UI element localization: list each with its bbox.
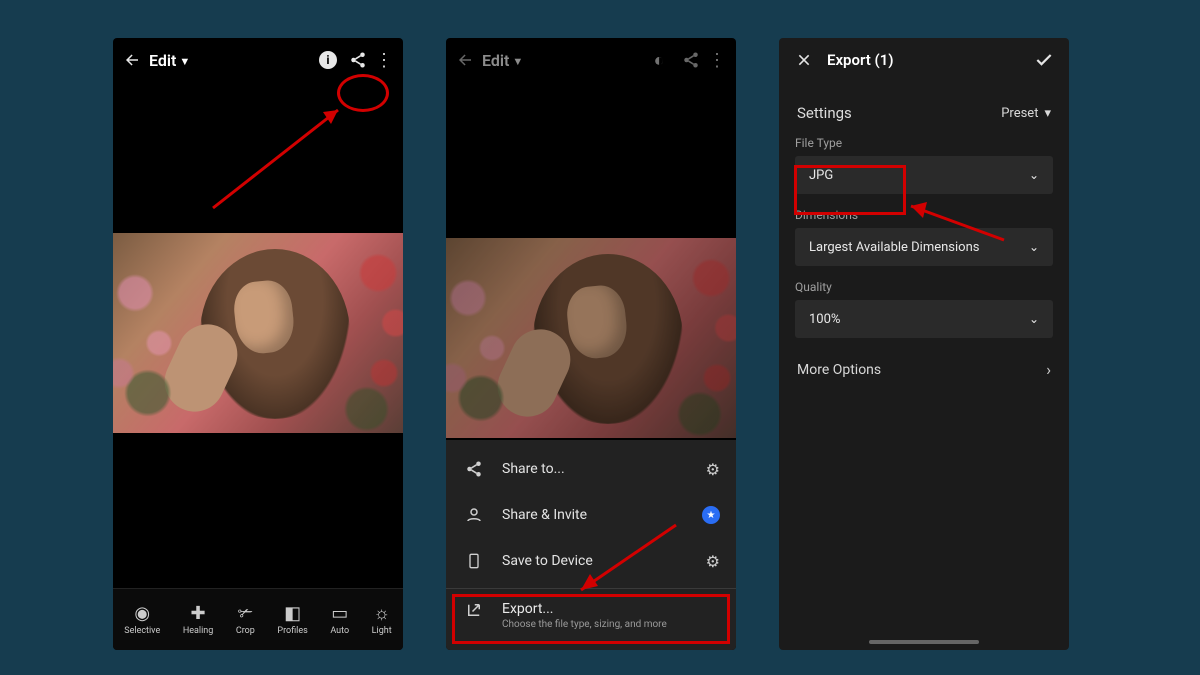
chevron-down-icon: ⌄ bbox=[1029, 312, 1039, 326]
topbar: Edit ▼ i ⋮ bbox=[113, 38, 403, 82]
overflow-icon[interactable]: ⋮ bbox=[706, 49, 728, 71]
tool-auto[interactable]: ▭Auto bbox=[330, 604, 349, 636]
save-device-row[interactable]: Save to Device ⚙ bbox=[446, 538, 736, 584]
annotation-arrow-share bbox=[203, 98, 363, 218]
more-options-label: More Options bbox=[797, 362, 881, 378]
more-options-row[interactable]: More Options › bbox=[779, 338, 1069, 401]
tool-label: Healing bbox=[183, 626, 214, 636]
share-icon[interactable] bbox=[680, 49, 702, 71]
share-invite-row[interactable]: Share & Invite ★ bbox=[446, 492, 736, 538]
star-badge-icon: ★ bbox=[702, 506, 720, 524]
quality-dropdown[interactable]: 100% ⌄ bbox=[795, 300, 1053, 338]
settings-heading: Settings Preset ▾ bbox=[779, 82, 1069, 122]
edit-toolbar: ◉Selective ✚Healing ✃Crop ◧Profiles ▭Aut… bbox=[113, 588, 403, 650]
chevron-right-icon: › bbox=[1046, 360, 1051, 379]
share-to-row[interactable]: Share to... ⚙ bbox=[446, 446, 736, 492]
info-icon[interactable]: i bbox=[319, 51, 337, 69]
preset-label: Preset bbox=[1001, 106, 1038, 121]
tool-selective[interactable]: ◉Selective bbox=[124, 604, 160, 636]
gear-icon[interactable]: ⚙ bbox=[706, 552, 720, 571]
export-desc: Choose the file type, sizing, and more bbox=[502, 619, 720, 630]
screen-edit: Edit ▼ i ⋮ ◉Selective ✚Healing ✃Crop ◧Pr… bbox=[113, 38, 403, 650]
device-icon bbox=[462, 552, 486, 570]
chevron-down-icon: ⌄ bbox=[1029, 168, 1039, 182]
quality-field: Quality 100% ⌄ bbox=[779, 280, 1069, 338]
screen-share-sheet: Edit ▼ ◐ ⋮ Share to... ⚙ Share & Invite … bbox=[446, 38, 736, 650]
tool-label: Profiles bbox=[277, 626, 307, 636]
export-title: Export... bbox=[502, 601, 720, 617]
tool-label: Light bbox=[372, 626, 392, 636]
row-label: Share & Invite bbox=[502, 507, 587, 523]
tool-light[interactable]: ☼Light bbox=[372, 604, 392, 636]
row-label: Save to Device bbox=[502, 553, 593, 569]
field-label: Quality bbox=[795, 280, 1053, 294]
people-icon bbox=[462, 506, 486, 524]
info-icon[interactable]: ◐ bbox=[648, 49, 670, 71]
share-icon bbox=[462, 460, 486, 478]
screen-export-settings: Export (1) Settings Preset ▾ File Type J… bbox=[779, 38, 1069, 650]
export-row[interactable]: Export... Choose the file type, sizing, … bbox=[446, 593, 736, 640]
export-icon bbox=[462, 601, 486, 619]
back-icon[interactable] bbox=[454, 49, 476, 71]
screen-title[interactable]: Edit bbox=[482, 51, 509, 70]
screen-title[interactable]: Edit bbox=[149, 51, 176, 70]
tool-crop[interactable]: ✃Crop bbox=[236, 604, 255, 636]
chevron-down-icon: ▾ bbox=[1044, 106, 1051, 121]
gear-icon[interactable]: ⚙ bbox=[706, 460, 720, 479]
home-indicator bbox=[869, 640, 979, 644]
tool-label: Crop bbox=[236, 626, 255, 636]
field-label: File Type bbox=[795, 136, 1053, 150]
dropdown-value: Largest Available Dimensions bbox=[809, 240, 980, 255]
tool-label: Auto bbox=[330, 626, 349, 636]
row-label: Share to... bbox=[502, 461, 565, 477]
preview-image[interactable] bbox=[113, 233, 403, 433]
settings-label: Settings bbox=[797, 104, 852, 122]
close-icon[interactable] bbox=[793, 49, 815, 71]
topbar: Edit ▼ ◐ ⋮ bbox=[446, 38, 736, 82]
preset-button[interactable]: Preset ▾ bbox=[1001, 106, 1051, 121]
export-header: Export (1) bbox=[827, 51, 894, 69]
field-label: Dimensions bbox=[795, 208, 1053, 222]
file-type-field: File Type JPG ⌄ bbox=[779, 136, 1069, 194]
chevron-down-icon: ⌄ bbox=[1029, 240, 1039, 254]
share-icon[interactable] bbox=[347, 49, 369, 71]
dropdown-value: JPG bbox=[809, 168, 833, 183]
back-icon[interactable] bbox=[121, 49, 143, 71]
file-type-dropdown[interactable]: JPG ⌄ bbox=[795, 156, 1053, 194]
share-sheet: Share to... ⚙ Share & Invite ★ Save to D… bbox=[446, 440, 736, 650]
preview-image bbox=[446, 238, 736, 438]
dimensions-field: Dimensions Largest Available Dimensions … bbox=[779, 208, 1069, 266]
tool-healing[interactable]: ✚Healing bbox=[183, 604, 214, 636]
overflow-icon[interactable]: ⋮ bbox=[373, 49, 395, 71]
title-dropdown-icon[interactable]: ▼ bbox=[512, 55, 523, 68]
topbar: Export (1) bbox=[779, 38, 1069, 82]
tool-profiles[interactable]: ◧Profiles bbox=[277, 604, 307, 636]
dimensions-dropdown[interactable]: Largest Available Dimensions ⌄ bbox=[795, 228, 1053, 266]
title-dropdown-icon[interactable]: ▼ bbox=[179, 55, 190, 68]
dropdown-value: 100% bbox=[809, 312, 840, 327]
confirm-icon[interactable] bbox=[1033, 49, 1055, 71]
tool-label: Selective bbox=[124, 626, 160, 636]
